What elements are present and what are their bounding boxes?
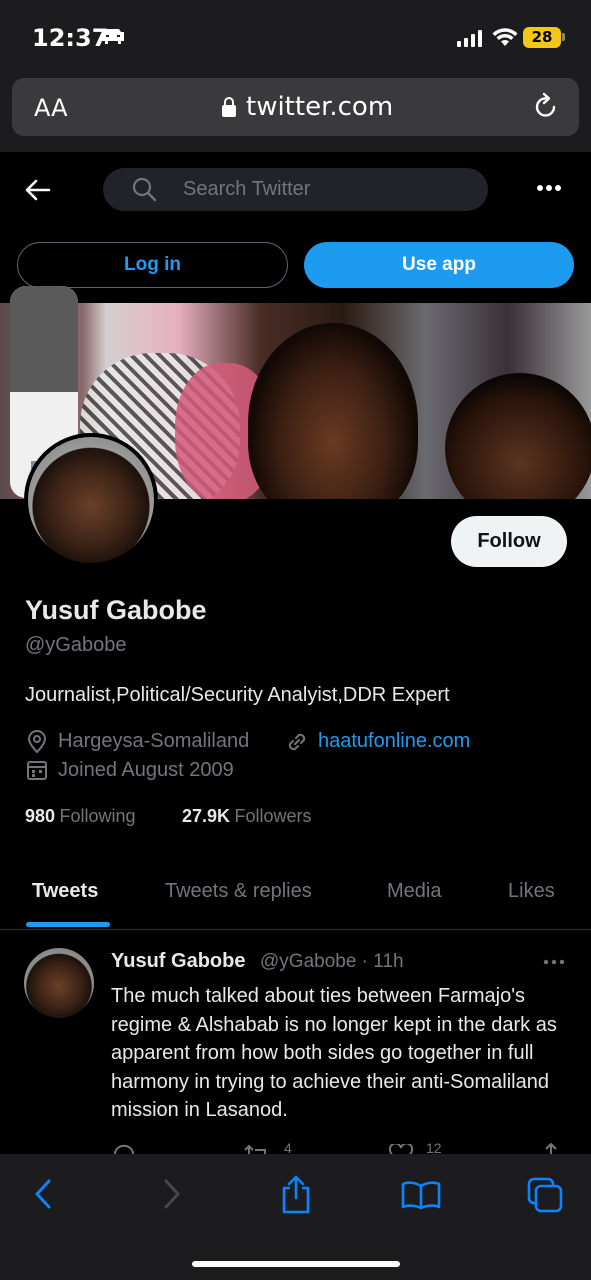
retweet-icon[interactable] — [243, 1144, 271, 1154]
tabs-divider — [0, 929, 591, 930]
followers-count: 27.9K — [182, 806, 231, 826]
following-label: Following — [59, 806, 136, 826]
location-pin-icon — [27, 730, 47, 754]
share-sheet-icon[interactable] — [280, 1174, 312, 1214]
login-button[interactable]: Log in — [17, 242, 288, 288]
like-icon[interactable] — [389, 1144, 413, 1154]
back-arrow-icon[interactable] — [25, 178, 51, 202]
profile-joined-date: Joined August 2009 — [58, 759, 234, 781]
more-options-icon[interactable] — [537, 184, 561, 192]
tweet-more-icon[interactable] — [543, 959, 565, 965]
browser-back-icon[interactable] — [33, 1179, 53, 1209]
tweet-text: The much talked about ties between Farma… — [111, 985, 557, 1121]
profile-website-link[interactable]: haatufonline.com — [318, 730, 470, 753]
tab-media[interactable]: Media — [387, 880, 441, 903]
tweet-author-meta[interactable]: @yGabobe · 11h — [260, 951, 404, 973]
battery-tip — [562, 33, 565, 41]
tweet-author-name[interactable]: Yusuf Gabobe — [111, 950, 245, 973]
search-icon — [132, 177, 157, 202]
tab-tweets-replies[interactable]: Tweets & replies — [165, 880, 312, 903]
volume-slider-track — [10, 286, 78, 392]
tweet-author-avatar[interactable] — [24, 948, 94, 1018]
wifi-icon — [492, 28, 518, 46]
following-link[interactable]: 980 Following — [25, 806, 136, 827]
home-indicator — [192, 1261, 400, 1267]
use-app-button[interactable]: Use app — [304, 242, 574, 288]
browser-forward-icon[interactable] — [162, 1179, 182, 1209]
banner-person-shape — [445, 373, 591, 499]
bookmarks-icon[interactable] — [401, 1180, 441, 1210]
follow-button[interactable]: Follow — [451, 516, 567, 567]
link-icon — [288, 733, 306, 751]
text-size-button[interactable]: AA — [34, 94, 68, 122]
following-count: 980 — [25, 806, 56, 826]
share-icon[interactable] — [542, 1142, 560, 1154]
like-count: 12 — [426, 1140, 442, 1154]
banner-person-shape — [248, 323, 418, 499]
battery-indicator: 28 — [523, 27, 561, 48]
retweet-count: 4 — [284, 1140, 292, 1154]
followers-label: Followers — [234, 806, 312, 826]
active-tab-indicator — [26, 922, 110, 927]
tab-likes[interactable]: Likes — [508, 880, 555, 903]
lock-icon — [222, 97, 236, 117]
tab-tweets[interactable]: Tweets — [32, 880, 98, 903]
tabs-overview-icon[interactable] — [527, 1177, 563, 1213]
profile-bio: Journalist,Political/Security Analyist,D… — [25, 684, 450, 706]
calendar-icon — [27, 761, 47, 780]
search-input[interactable]: Search Twitter — [183, 178, 310, 201]
tweet-actions: 4 12 — [0, 1140, 591, 1154]
profile-name: Yusuf Gabobe — [25, 595, 207, 625]
cellular-signal-icon — [457, 30, 482, 47]
followers-link[interactable]: 27.9K Followers — [182, 806, 312, 827]
status-time: 12:37 — [32, 24, 109, 52]
profile-avatar[interactable] — [24, 433, 158, 567]
profile-handle: @yGabobe — [25, 634, 127, 656]
profile-location: Hargeysa-Somaliland — [58, 730, 250, 752]
url-text[interactable]: twitter.com — [246, 92, 393, 122]
reload-icon[interactable] — [533, 92, 559, 120]
car-icon — [102, 29, 124, 44]
reply-icon[interactable] — [112, 1144, 136, 1154]
